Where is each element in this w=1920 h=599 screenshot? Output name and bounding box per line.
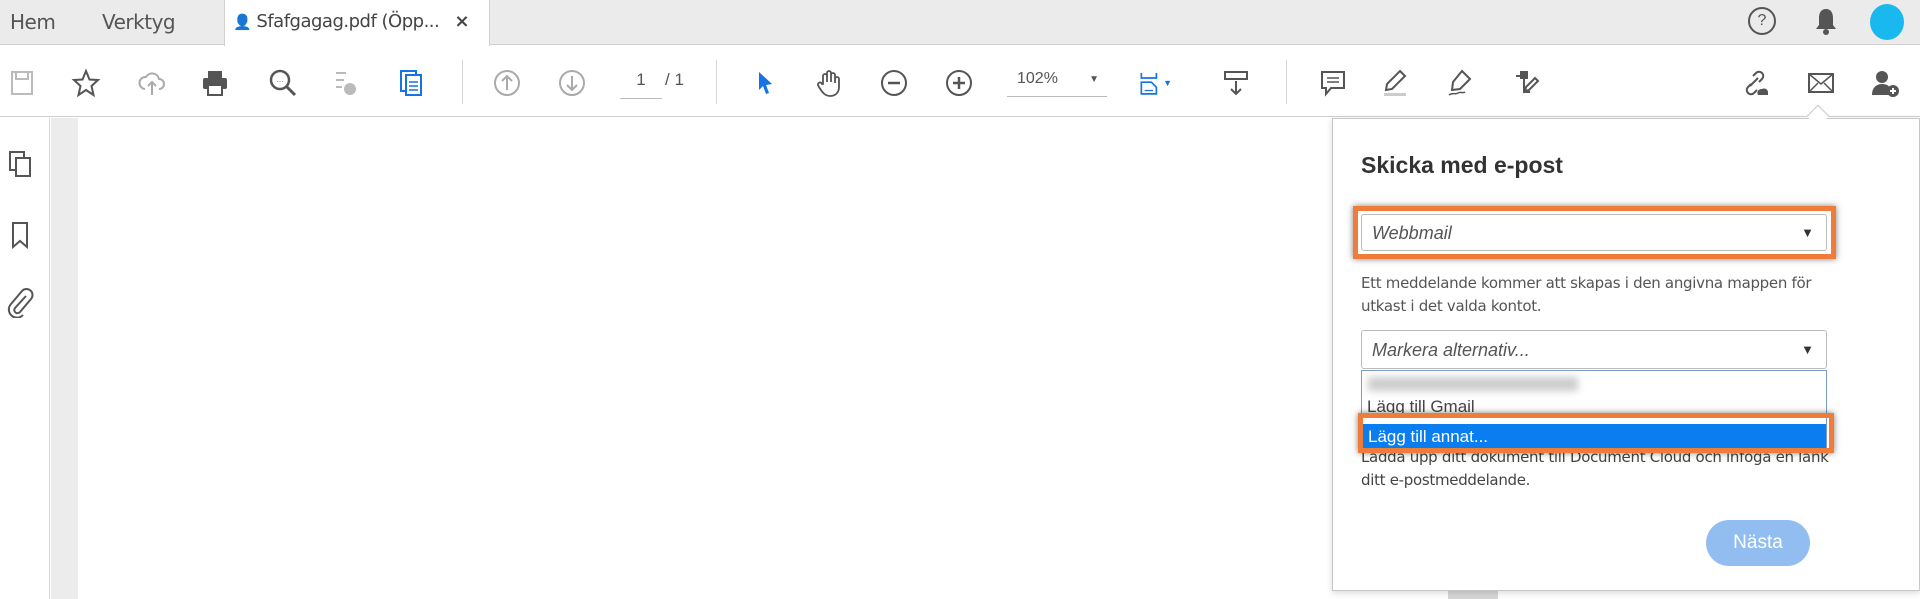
save-icon[interactable] bbox=[5, 66, 39, 100]
left-sidebar bbox=[0, 118, 50, 599]
tab-bar: Hem Verktyg 👤 Sfafgagag.pdf (Öpp... × ? bbox=[0, 0, 1920, 46]
document-page[interactable] bbox=[78, 118, 1332, 599]
pages-icon[interactable] bbox=[394, 66, 428, 100]
tab-home[interactable]: Hem bbox=[10, 0, 56, 45]
panel-description: Ett meddelande kommer att skapas i den a… bbox=[1361, 274, 1812, 315]
fit-page-icon[interactable]: ▼ bbox=[1138, 66, 1172, 100]
scroll-mode-icon[interactable] bbox=[1219, 66, 1253, 100]
bookmark-icon[interactable] bbox=[8, 220, 32, 250]
panel-title: Skicka med e-post bbox=[1361, 152, 1563, 178]
search-icon[interactable]: ... bbox=[266, 66, 300, 100]
next-page-icon[interactable] bbox=[555, 66, 589, 100]
zoom-level-select[interactable]: 102% ▼ bbox=[1007, 70, 1107, 97]
chevron-down-icon: ▼ bbox=[1089, 74, 1099, 85]
share-link-icon[interactable] bbox=[1738, 66, 1772, 100]
document-gutter bbox=[51, 118, 78, 599]
touch-mode-icon[interactable] bbox=[328, 66, 362, 100]
scrollbar[interactable] bbox=[1448, 590, 1498, 599]
highlight-icon[interactable] bbox=[1378, 66, 1412, 100]
annotation-highlight bbox=[1358, 413, 1834, 453]
comment-icon[interactable] bbox=[1316, 66, 1350, 100]
divider bbox=[1286, 60, 1287, 104]
zoom-out-icon[interactable] bbox=[877, 66, 911, 100]
upload-text: ditt e-postmeddelande. bbox=[1361, 471, 1531, 489]
tab-document-label: Sfafgagag.pdf (Öpp... bbox=[256, 11, 440, 32]
page-number-input[interactable]: 1 bbox=[620, 70, 662, 99]
tab-document[interactable]: 👤 Sfafgagag.pdf (Öpp... × bbox=[224, 0, 490, 46]
avatar[interactable] bbox=[1870, 4, 1904, 40]
cloud-upload-icon[interactable] bbox=[135, 66, 169, 100]
email-icon[interactable] bbox=[1804, 66, 1838, 100]
account-select-placeholder: Markera alternativ... bbox=[1372, 340, 1530, 360]
shared-user-icon: 👤 bbox=[233, 13, 252, 31]
hand-tool-icon[interactable] bbox=[813, 66, 847, 100]
page-thumbnails-icon[interactable] bbox=[8, 150, 34, 180]
star-icon[interactable] bbox=[69, 66, 103, 100]
annotation-highlight bbox=[1353, 206, 1836, 259]
svg-text:...: ... bbox=[277, 75, 284, 84]
print-icon[interactable] bbox=[198, 66, 232, 100]
edit-pdf-icon[interactable] bbox=[1509, 66, 1543, 100]
help-icon[interactable]: ? bbox=[1748, 7, 1776, 35]
account-select[interactable]: Markera alternativ... ▼ bbox=[1361, 330, 1827, 369]
select-pointer-icon[interactable] bbox=[748, 66, 782, 100]
bell-icon[interactable] bbox=[1812, 6, 1840, 36]
close-tab-icon[interactable]: × bbox=[454, 11, 469, 32]
page-total: / 1 bbox=[665, 70, 684, 89]
blurred-account-option[interactable] bbox=[1368, 377, 1578, 391]
attachment-icon[interactable] bbox=[6, 286, 34, 318]
email-panel: Skicka med e-post Webbmail ▼ Ett meddelan… bbox=[1332, 118, 1920, 591]
divider bbox=[462, 60, 463, 104]
next-button[interactable]: Nästa bbox=[1706, 520, 1810, 566]
tab-tools[interactable]: Verktyg bbox=[102, 0, 176, 45]
previous-page-icon[interactable] bbox=[490, 66, 524, 100]
zoom-in-icon[interactable] bbox=[942, 66, 976, 100]
sign-icon[interactable] bbox=[1443, 66, 1477, 100]
divider bbox=[716, 60, 717, 104]
zoom-level: 102% bbox=[1017, 70, 1058, 87]
add-user-icon[interactable] bbox=[1868, 66, 1902, 100]
chevron-down-icon: ▼ bbox=[1801, 342, 1814, 357]
